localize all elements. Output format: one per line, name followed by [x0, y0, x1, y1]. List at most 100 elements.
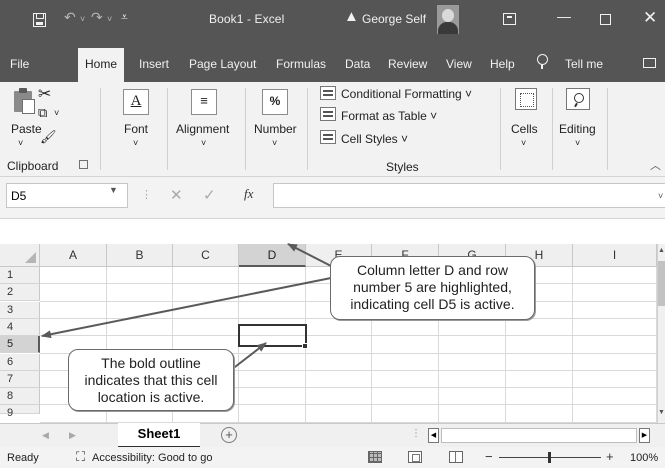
worksheet-grid[interactable]: ABCDEFGHI 123456789 ▲ ▼ Column letter D … [0, 219, 665, 423]
conditional-formatting-button[interactable]: Conditional Formatting ˅ [341, 87, 472, 101]
expand-formula-bar-icon[interactable]: ˅ [658, 191, 663, 201]
tab-splitter-icon[interactable]: ⋮ [411, 428, 421, 439]
editing-search-icon[interactable] [566, 88, 590, 110]
callout-line: Column letter D and row [357, 262, 508, 278]
normal-view-icon[interactable] [368, 451, 382, 463]
maximize-button[interactable] [600, 14, 611, 25]
paste-page-icon [22, 99, 35, 114]
arrow-to-row-5 [41, 277, 332, 339]
previous-sheet-icon[interactable]: ◀ [42, 430, 49, 441]
alignment-dropdown-icon[interactable]: ˅ [201, 138, 206, 148]
copy-icon[interactable]: ⧉ [38, 105, 47, 121]
ribbon-tabs: File Home Insert Page Layout Formulas Da… [0, 40, 665, 82]
cell-styles-button[interactable]: Cell Styles ˅ [341, 132, 408, 146]
scroll-left-icon[interactable]: ◀ [428, 428, 439, 443]
enter-icon[interactable]: ✓ [203, 186, 216, 204]
minimize-button[interactable]: — [557, 8, 571, 24]
zoom-slider-thumb[interactable] [548, 452, 551, 463]
formula-bar-splitter-icon[interactable]: ⋮ [141, 188, 152, 201]
alignment-button-label[interactable]: Alignment [176, 122, 229, 136]
tab-formulas[interactable]: Formulas [276, 57, 326, 71]
group-separator [607, 88, 608, 170]
zoom-in-icon[interactable]: + [606, 449, 614, 464]
user-name[interactable]: George Self [362, 12, 426, 26]
cells-icon[interactable] [515, 88, 537, 110]
undo-dropdown-icon[interactable]: ˅ [80, 14, 85, 24]
format-as-table-icon[interactable] [320, 107, 336, 121]
copy-dropdown-icon[interactable]: ˅ [54, 108, 59, 118]
arrow-to-column-d [287, 243, 334, 268]
warning-icon[interactable]: ▲ [344, 8, 359, 25]
redo-icon[interactable]: ↷ [91, 9, 103, 26]
tab-file[interactable]: File [10, 57, 29, 71]
undo-icon[interactable]: ↶ [64, 9, 76, 26]
callout-line: number 5 are highlighted, [353, 279, 512, 295]
format-painter-icon[interactable]: 🖌 [40, 129, 57, 145]
page-break-view-icon[interactable] [449, 451, 463, 463]
group-separator [245, 88, 246, 170]
tab-help[interactable]: Help [490, 57, 515, 71]
scroll-right-icon[interactable]: ▶ [639, 428, 650, 443]
tab-review[interactable]: Review [388, 57, 427, 71]
group-separator [167, 88, 168, 170]
insert-function-icon[interactable]: fx [244, 186, 253, 202]
formula-bar: D5 ▼ ⋮ ✕ ✓ fx ˅ [0, 177, 665, 219]
paste-dropdown-icon[interactable]: ˅ [18, 138, 23, 148]
zoom-level[interactable]: 100% [630, 452, 658, 464]
horizontal-scrollbar[interactable] [441, 428, 637, 443]
customize-qat-icon[interactable]: ⩡ [121, 10, 128, 25]
tab-home[interactable]: Home [78, 48, 125, 82]
cancel-icon[interactable]: ✕ [170, 186, 183, 204]
editing-dropdown-icon[interactable]: ˅ [575, 138, 580, 148]
tab-view[interactable]: View [446, 57, 472, 71]
sheet-tab-bar: ◀ ▶ Sheet1 + ⋮ ◀ ▶ [0, 423, 665, 448]
clipboard-group-label: Clipboard [7, 159, 59, 173]
number-button-label[interactable]: Number [254, 122, 297, 136]
formula-input[interactable] [273, 183, 665, 208]
arrow-to-active-cell [230, 342, 267, 371]
ribbon-home: Paste ˅ ✂ ⧉ ˅ 🖌 Clipboard A Font ˅ ≡ Ali… [0, 82, 665, 177]
status-ready: Ready [7, 452, 39, 464]
zoom-out-icon[interactable]: − [485, 449, 493, 464]
cell-styles-icon[interactable] [320, 130, 336, 144]
tab-data[interactable]: Data [345, 57, 370, 71]
group-separator [552, 88, 553, 170]
cells-button-label[interactable]: Cells [511, 122, 538, 136]
font-button-label[interactable]: Font [124, 122, 148, 136]
page-layout-view-icon[interactable] [408, 451, 422, 463]
user-avatar[interactable] [437, 5, 459, 34]
cells-dropdown-icon[interactable]: ˅ [521, 138, 526, 148]
accessibility-status[interactable]: Accessibility: Good to go [92, 452, 212, 464]
conditional-formatting-icon[interactable] [320, 86, 336, 100]
group-separator [307, 88, 308, 170]
clipboard-launcher-icon[interactable] [79, 160, 88, 169]
close-button[interactable]: ✕ [643, 8, 657, 28]
group-separator [500, 88, 501, 170]
add-sheet-icon[interactable]: + [221, 427, 237, 443]
number-dropdown-icon[interactable]: ˅ [272, 138, 277, 148]
font-dropdown-icon[interactable]: ˅ [133, 138, 138, 148]
ribbon-display-options-icon[interactable] [503, 13, 516, 25]
accessibility-icon[interactable]: ⛶ [76, 449, 85, 465]
comments-icon[interactable] [643, 58, 656, 68]
lightbulb-icon[interactable] [537, 54, 548, 69]
tell-me-search[interactable]: Tell me [565, 57, 603, 71]
font-icon[interactable]: A [123, 89, 149, 115]
sheet-tab[interactable]: Sheet1 [118, 423, 200, 448]
paste-button-label[interactable]: Paste [11, 122, 42, 136]
editing-button-label[interactable]: Editing [559, 122, 596, 136]
callout-header-highlight: Column letter D and row number 5 are hig… [330, 256, 535, 320]
cut-icon[interactable]: ✂ [38, 84, 51, 104]
save-icon[interactable] [33, 13, 46, 27]
alignment-icon[interactable]: ≡ [191, 89, 217, 115]
number-format-icon[interactable]: % [262, 89, 288, 115]
tab-page-layout[interactable]: Page Layout [189, 57, 256, 71]
name-box-dropdown-icon[interactable]: ▼ [109, 185, 118, 195]
redo-dropdown-icon[interactable]: ˅ [107, 14, 112, 24]
format-as-table-button[interactable]: Format as Table ˅ [341, 109, 437, 123]
tab-insert[interactable]: Insert [139, 57, 169, 71]
callout-line: location is active. [97, 389, 205, 405]
next-sheet-icon[interactable]: ▶ [69, 430, 76, 441]
callout-active-outline: The bold outline indicates that this cel… [68, 349, 234, 411]
collapse-ribbon-icon[interactable]: ︿ [650, 157, 661, 173]
